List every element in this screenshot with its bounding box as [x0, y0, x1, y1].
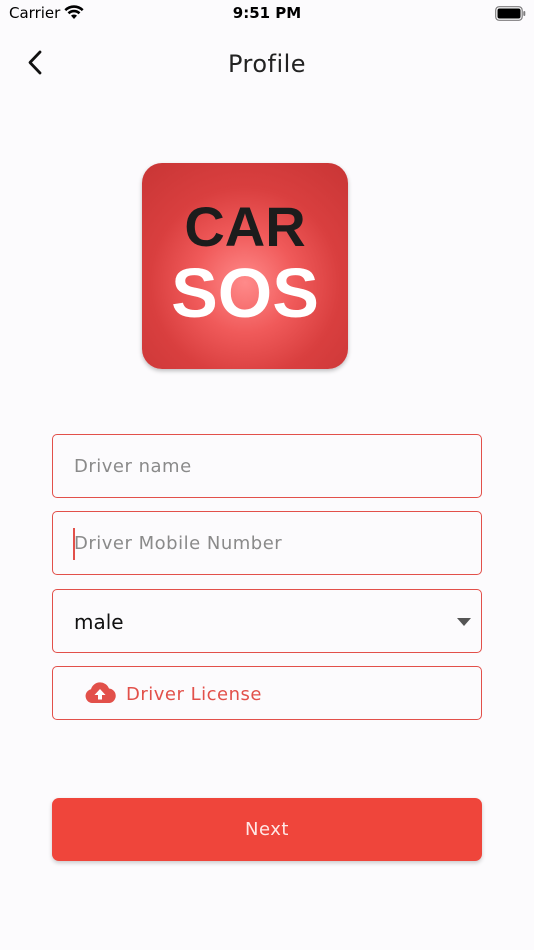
profile-screen: Carrier 9:51 PM Profile CAR SOS Driver n… — [0, 0, 534, 950]
driver-license-label: Driver License — [126, 684, 262, 705]
cloud-upload-icon — [85, 682, 116, 703]
logo-text-car: CAR — [184, 195, 306, 258]
page-title: Profile — [227, 50, 307, 78]
driver-name-placeholder: Driver name — [74, 456, 192, 477]
gender-selected-value: male — [74, 610, 124, 634]
driver-license-upload[interactable]: Driver License — [52, 666, 482, 720]
driver-name-field[interactable]: Driver name — [52, 434, 482, 498]
battery-icon — [495, 6, 526, 21]
gender-select[interactable]: male — [52, 589, 482, 653]
logo-text-sos: SOS — [171, 254, 319, 332]
car-sos-logo: CAR SOS — [142, 163, 348, 369]
next-button[interactable]: Next — [52, 798, 482, 861]
driver-mobile-placeholder: Driver Mobile Number — [74, 533, 283, 554]
driver-mobile-field[interactable]: Driver Mobile Number — [52, 511, 482, 575]
status-time: 9:51 PM — [232, 4, 302, 22]
status-bar: Carrier 9:51 PM — [0, 0, 534, 30]
caret-down-icon — [457, 618, 471, 626]
